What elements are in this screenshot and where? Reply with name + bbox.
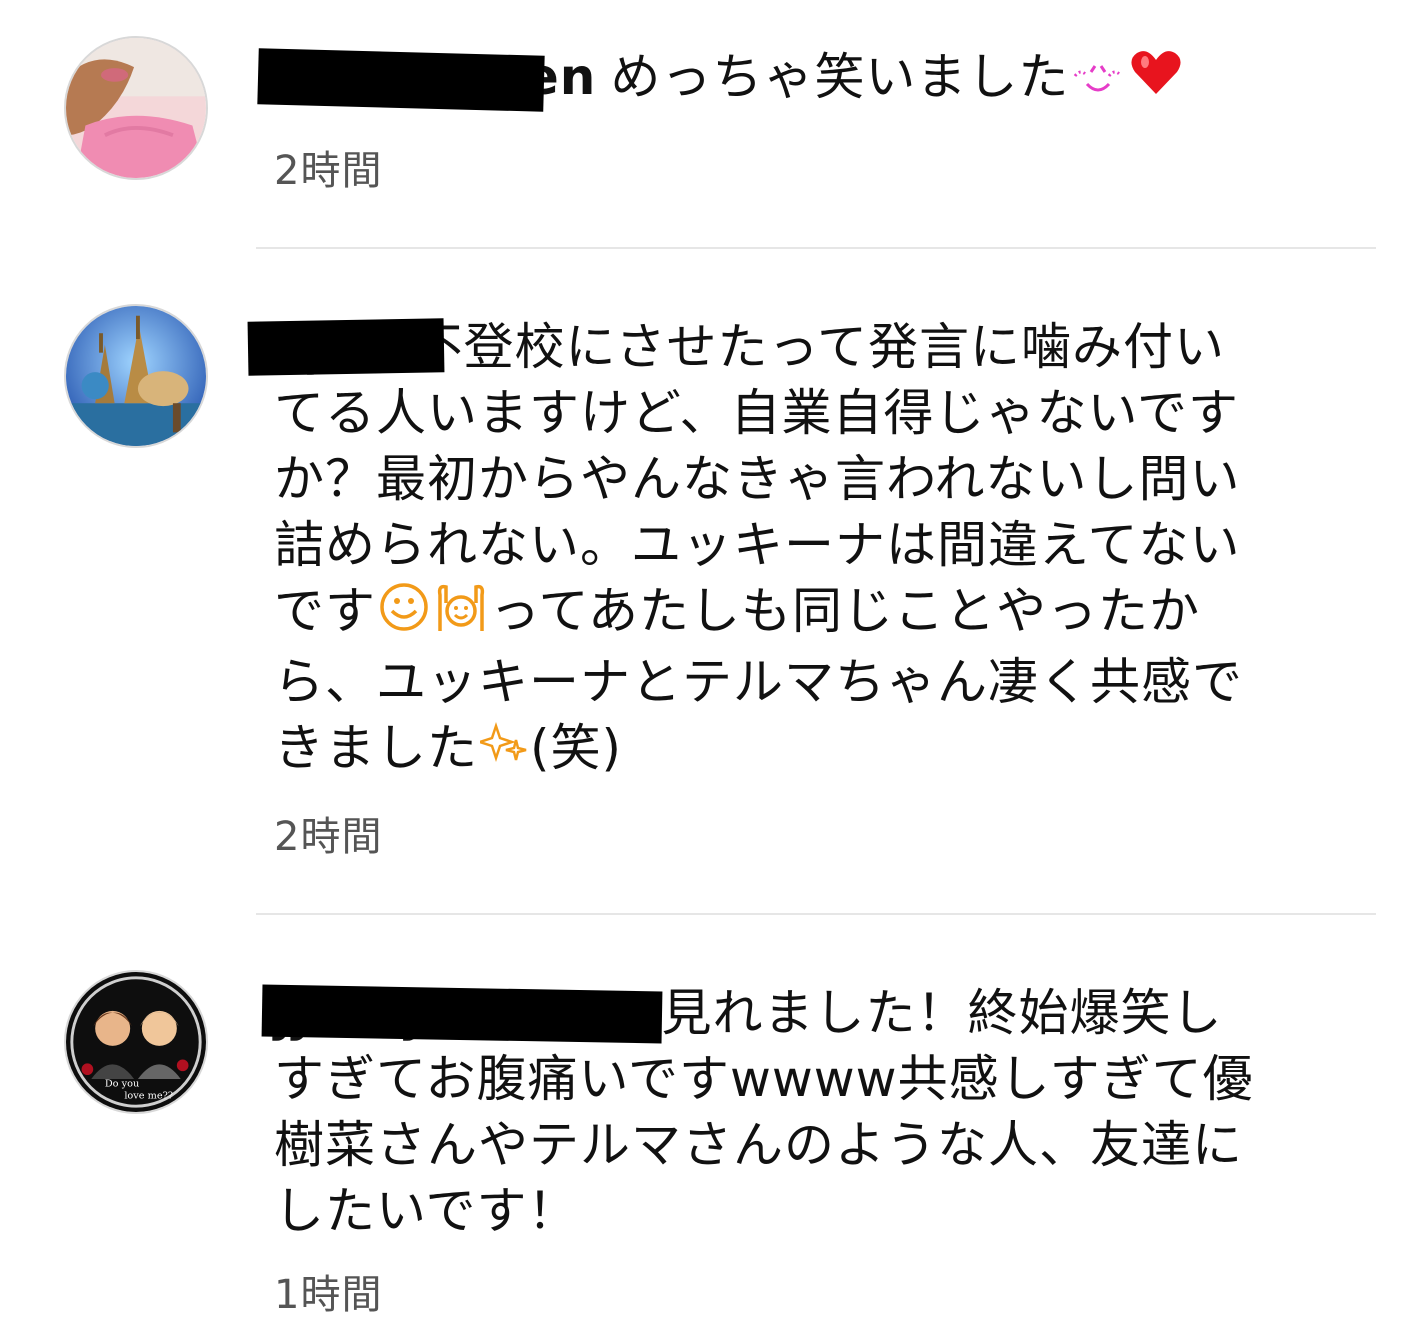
user-avatar[interactable] bbox=[64, 304, 208, 448]
comment-username[interactable]: aj15 bbox=[247, 314, 445, 380]
avatar-image: Do you love me?? bbox=[66, 972, 206, 1112]
comment-timestamp: 2時間 bbox=[274, 148, 383, 194]
redaction-mark bbox=[261, 984, 663, 1044]
comment-text: jjktoj20 やっと見れました！終始爆笑しすぎてお腹痛いですwwww共感しす… bbox=[261, 980, 1254, 1244]
comment-body-end: (笑) bbox=[530, 718, 623, 777]
user-avatar[interactable]: Do you love me?? bbox=[64, 970, 208, 1114]
face-with-tears-icon bbox=[1071, 48, 1125, 114]
smiley-face-icon bbox=[378, 581, 430, 649]
comment-username[interactable]: lostandyen bbox=[257, 44, 596, 112]
comment-text: aj15 不登校にさせたって発言に噛み付いてる人いますけど、自業自得じゃないです… bbox=[247, 314, 1254, 784]
avatar-caption: Do you bbox=[105, 1079, 139, 1090]
avatar-caption: love me?? bbox=[124, 1090, 173, 1101]
avatar-image bbox=[66, 38, 206, 178]
comment-username[interactable]: jjktoj20 bbox=[261, 980, 663, 1046]
sparkles-icon bbox=[476, 718, 528, 784]
redaction-mark bbox=[247, 318, 445, 376]
comment-text: lostandyen めっちゃ笑いました bbox=[257, 44, 1254, 114]
comment-timestamp: 2時間 bbox=[274, 814, 383, 860]
redaction-mark bbox=[257, 48, 545, 112]
comment-divider bbox=[256, 247, 1376, 249]
raised-hands-icon bbox=[434, 581, 488, 649]
avatar-image bbox=[66, 306, 206, 446]
user-avatar[interactable] bbox=[64, 36, 208, 180]
red-heart-icon bbox=[1129, 48, 1183, 114]
comment-timestamp: 1時間 bbox=[274, 1272, 383, 1318]
comment-body: めっちゃ笑いました bbox=[610, 48, 1070, 106]
comment-divider bbox=[256, 913, 1376, 915]
